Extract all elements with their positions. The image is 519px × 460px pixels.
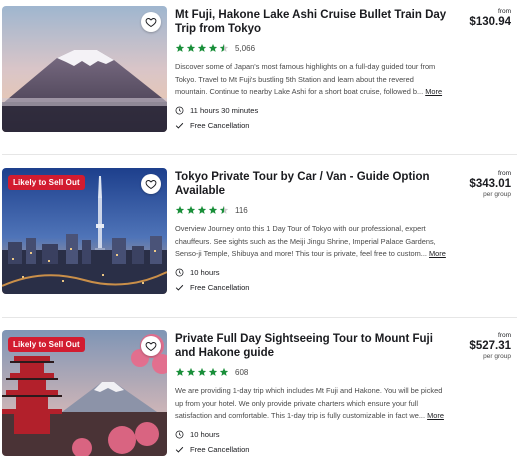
tour-info: Mt Fuji, Hakone Lake Ashi Cruise Bullet … <box>175 8 447 130</box>
checkmark-icon <box>175 122 184 129</box>
likely-to-sell-out-badge: Likely to Sell Out <box>8 337 85 352</box>
review-count: 116 <box>235 205 248 215</box>
star-icon <box>186 43 196 52</box>
price-from-label: from <box>498 8 511 15</box>
cancellation-text: Free Cancellation <box>190 444 250 454</box>
star-icon <box>208 205 218 214</box>
checkmark-icon <box>175 446 184 453</box>
star-icon <box>186 205 196 214</box>
tour-image[interactable]: Likely to Sell Out <box>2 330 167 456</box>
price-unit: per group <box>483 191 511 198</box>
tour-title[interactable]: Tokyo Private Tour by Car / Van - Guide … <box>175 170 447 198</box>
tour-rating: 608 <box>175 366 447 378</box>
star-icon <box>219 367 229 376</box>
tour-price: from $130.94 <box>469 8 511 28</box>
price-amount: $343.01 <box>469 178 511 190</box>
tour-cancellation: Free Cancellation <box>175 120 447 130</box>
price-from-label: from <box>498 332 511 339</box>
tour-image[interactable] <box>2 6 167 132</box>
review-count: 608 <box>235 367 249 377</box>
more-link[interactable]: More <box>429 249 446 258</box>
duration-text: 11 hours 30 minutes <box>190 105 259 115</box>
clock-icon <box>175 268 184 276</box>
divider <box>2 154 517 155</box>
price-from-label: from <box>498 170 511 177</box>
tour-title[interactable]: Private Full Day Sightseeing Tour to Mou… <box>175 332 447 360</box>
price-amount: $527.31 <box>469 340 511 352</box>
likely-to-sell-out-badge: Likely to Sell Out <box>8 175 85 190</box>
checkmark-icon <box>175 284 184 291</box>
tour-card[interactable]: Likely to Sell Out Tokyo Private Tour by… <box>0 168 519 298</box>
rating-stars <box>175 43 229 53</box>
divider <box>2 317 517 318</box>
tour-price: from $343.01 per group <box>469 170 511 198</box>
tour-description: We are providing 1-day trip which includ… <box>175 385 447 423</box>
cancellation-text: Free Cancellation <box>190 282 250 292</box>
star-icon <box>197 43 207 52</box>
duration-text: 10 hours <box>190 267 220 277</box>
tour-duration: 10 hours <box>175 429 447 439</box>
description-text: Discover some of Japan's most famous hig… <box>175 62 436 97</box>
star-half-icon <box>219 205 229 214</box>
duration-text: 10 hours <box>190 429 220 439</box>
star-half-icon <box>219 43 229 52</box>
clock-icon <box>175 430 184 438</box>
star-icon <box>208 367 218 376</box>
star-icon <box>186 367 196 376</box>
rating-stars <box>175 205 229 215</box>
rating-stars <box>175 367 229 377</box>
review-count: 5,066 <box>235 43 256 53</box>
description-text: Overview Journey onto this 1 Day Tour of… <box>175 224 436 259</box>
tour-duration: 11 hours 30 minutes <box>175 105 447 115</box>
tour-card[interactable]: Likely to Sell Out Private Full Day Sigh… <box>0 330 519 460</box>
more-link[interactable]: More <box>427 411 444 420</box>
cancellation-text: Free Cancellation <box>190 120 250 130</box>
wishlist-heart-icon[interactable] <box>141 174 161 194</box>
star-icon <box>175 205 185 214</box>
star-icon <box>208 43 218 52</box>
tour-rating: 116 <box>175 204 447 216</box>
star-icon <box>197 205 207 214</box>
description-text: We are providing 1-day trip which includ… <box>175 386 443 421</box>
clock-icon <box>175 106 184 114</box>
star-icon <box>175 367 185 376</box>
price-amount: $130.94 <box>469 16 511 28</box>
price-unit: per group <box>483 353 511 360</box>
tour-card[interactable]: Mt Fuji, Hakone Lake Ashi Cruise Bullet … <box>0 6 519 136</box>
tour-image[interactable]: Likely to Sell Out <box>2 168 167 294</box>
tour-description: Overview Journey onto this 1 Day Tour of… <box>175 223 447 261</box>
tour-duration: 10 hours <box>175 267 447 277</box>
tour-title[interactable]: Mt Fuji, Hakone Lake Ashi Cruise Bullet … <box>175 8 447 36</box>
wishlist-heart-icon[interactable] <box>141 336 161 356</box>
star-icon <box>175 43 185 52</box>
tour-info: Private Full Day Sightseeing Tour to Mou… <box>175 332 447 454</box>
star-icon <box>197 367 207 376</box>
tour-cancellation: Free Cancellation <box>175 444 447 454</box>
tour-results-list: Mt Fuji, Hakone Lake Ashi Cruise Bullet … <box>0 0 519 460</box>
tour-rating: 5,066 <box>175 42 447 54</box>
tour-description: Discover some of Japan's most famous hig… <box>175 61 447 99</box>
more-link[interactable]: More <box>425 87 442 96</box>
tour-cancellation: Free Cancellation <box>175 282 447 292</box>
wishlist-heart-icon[interactable] <box>141 12 161 32</box>
tour-info: Tokyo Private Tour by Car / Van - Guide … <box>175 170 447 292</box>
tour-price: from $527.31 per group <box>469 332 511 360</box>
